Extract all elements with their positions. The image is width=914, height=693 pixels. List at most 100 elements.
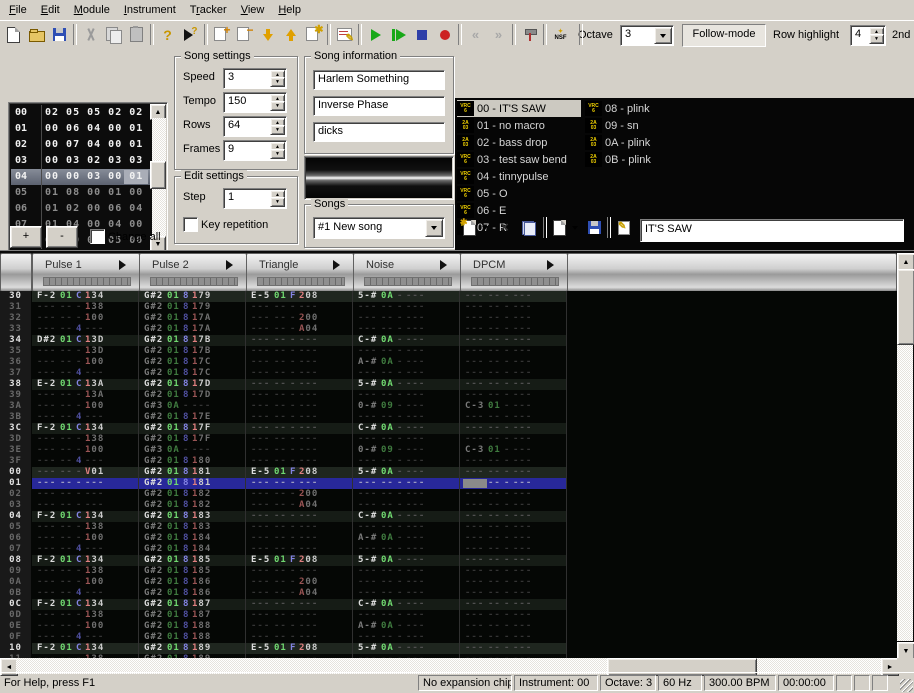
pattern-cell[interactable]: G#201817A xyxy=(139,324,246,335)
pattern-cell[interactable]: 5-#0A---- xyxy=(353,291,460,302)
pattern-cell[interactable]: G#2018187 xyxy=(139,610,246,621)
spin-down-icon[interactable]: ▼ xyxy=(270,101,285,112)
context-help-button[interactable]: ? xyxy=(179,23,202,46)
pattern-cell[interactable]: G#2018188 xyxy=(139,621,246,632)
pattern-cell[interactable]: F-201C134 xyxy=(32,643,139,654)
pattern-cell[interactable]: ------200 xyxy=(246,577,353,588)
pattern-cell[interactable]: ------100 xyxy=(32,357,139,368)
pattern-cell[interactable]: --------- xyxy=(460,346,567,357)
pattern-cell[interactable]: --------- xyxy=(460,621,567,632)
copy-button[interactable] xyxy=(102,23,125,46)
rows-spinner[interactable]: 64▲▼ xyxy=(223,116,287,137)
new-file-button[interactable] xyxy=(2,23,25,46)
pattern-cell[interactable]: G#2018182 xyxy=(139,489,246,500)
pattern-cell[interactable]: G#201817F xyxy=(139,423,246,434)
pattern-cell[interactable]: --------- xyxy=(246,357,353,368)
pattern-cell[interactable]: --------- xyxy=(460,610,567,621)
duplicate-frame-button[interactable]: ✱ xyxy=(302,23,325,46)
remove-instrument-button[interactable]: × xyxy=(493,216,516,239)
pattern-cell[interactable]: C-#0A---- xyxy=(353,599,460,610)
instrument-editor-button[interactable]: ✎ xyxy=(333,23,356,46)
pattern-cell[interactable]: G#2018189 xyxy=(139,643,246,654)
pattern-cell[interactable]: --------- xyxy=(460,566,567,577)
pattern-cell[interactable]: E-501F208 xyxy=(246,467,353,478)
pattern-cell[interactable]: G#201817A xyxy=(139,313,246,324)
pattern-cell[interactable]: --------- xyxy=(460,379,567,390)
spin-down-icon[interactable]: ▼ xyxy=(869,34,884,45)
pattern-cell[interactable]: --------- xyxy=(246,335,353,346)
pattern-row-34[interactable]: 34D#201C13DG#201817B---------C-#0A------… xyxy=(0,335,897,346)
pattern-cell[interactable]: E-201C13A xyxy=(32,379,139,390)
pattern-cell[interactable]: --------- xyxy=(460,456,567,467)
pattern-cell[interactable]: G#2018186 xyxy=(139,577,246,588)
pattern-cell[interactable]: C-#0A---- xyxy=(353,511,460,522)
pattern-rows[interactable]: 30F-201C134G#2018179E-501F2085-#0A------… xyxy=(0,291,897,658)
pattern-row-33[interactable]: 33-----4---G#201817A------A04-----------… xyxy=(0,324,897,335)
pattern-cell[interactable]: ------13D xyxy=(32,346,139,357)
pattern-cell[interactable]: --------- xyxy=(353,566,460,577)
pattern-cell[interactable]: --------- xyxy=(460,324,567,335)
pattern-cell[interactable]: --------- xyxy=(460,599,567,610)
key-repetition-checkbox[interactable] xyxy=(183,217,198,232)
pattern-vscroll-thumb[interactable] xyxy=(897,269,914,345)
pattern-cell[interactable]: --------- xyxy=(460,489,567,500)
pattern-cell[interactable]: C-301---- xyxy=(460,401,567,412)
pattern-cell[interactable]: 5-#0A---- xyxy=(353,467,460,478)
instrument-item-08[interactable]: VRC608 - plink xyxy=(585,100,709,117)
pattern-cell[interactable]: --------- xyxy=(246,390,353,401)
pattern-row-09[interactable]: 09------138G#2018185--------------------… xyxy=(0,566,897,577)
pattern-cell[interactable]: E-501F208 xyxy=(246,555,353,566)
pattern-cell[interactable]: --------- xyxy=(246,379,353,390)
next-song-button[interactable]: » xyxy=(487,23,510,46)
pattern-cell[interactable]: -----4--- xyxy=(32,588,139,599)
new-instrument-button[interactable]: ✱ xyxy=(458,216,481,239)
pattern-editor[interactable]: Pulse 1Pulse 2TriangleNoiseDPCM 30F-201C… xyxy=(0,250,914,674)
pattern-cell[interactable]: --------- xyxy=(353,588,460,599)
frame-row-00[interactable]: 0002 05 05 02 02 xyxy=(11,105,151,121)
frame-add-button[interactable]: + xyxy=(10,226,42,248)
pattern-cell[interactable]: --------- xyxy=(246,632,353,643)
pattern-row-0C[interactable]: 0CF-201C134G#2018187---------C-#0A------… xyxy=(0,599,897,610)
pattern-row-3E[interactable]: 3E------100G#30A-------------0-#09----C-… xyxy=(0,445,897,456)
pattern-cell[interactable]: ------A04 xyxy=(246,500,353,511)
pattern-cell[interactable]: --------- xyxy=(460,313,567,324)
pattern-cell[interactable]: G#201817D xyxy=(139,390,246,401)
pattern-cell[interactable]: --------- xyxy=(246,544,353,555)
pattern-cell[interactable]: --------- xyxy=(246,599,353,610)
menu-item-edit[interactable]: Edit xyxy=(34,2,67,18)
load-instrument-button[interactable] xyxy=(548,216,571,239)
instrument-item-01[interactable]: 2A0301 - no macro xyxy=(457,117,581,134)
pattern-cell[interactable]: --------- xyxy=(353,324,460,335)
pattern-cell[interactable]: --------- xyxy=(32,478,139,489)
pattern-cell[interactable]: ------A04 xyxy=(246,588,353,599)
frame-row-03[interactable]: 0300 03 02 03 03 xyxy=(11,153,151,169)
pattern-cell[interactable]: -----4--- xyxy=(32,368,139,379)
menu-item-tracker[interactable]: Tracker xyxy=(183,2,234,18)
remove-frame-button[interactable]: − xyxy=(233,23,256,46)
channel-expand-icon[interactable] xyxy=(119,260,131,270)
instrument-item-0B[interactable]: 2A030B - plink xyxy=(585,151,709,168)
pattern-cell[interactable]: C-301---- xyxy=(460,445,567,456)
record-button[interactable] xyxy=(433,23,456,46)
instrument-item-02[interactable]: 2A0302 - bass drop xyxy=(457,134,581,151)
pattern-cell[interactable]: 0-#09---- xyxy=(353,401,460,412)
pattern-cell[interactable]: --------- xyxy=(460,544,567,555)
clone-instrument-button[interactable] xyxy=(516,216,539,239)
pattern-cell[interactable]: ------138 xyxy=(32,522,139,533)
pattern-cell[interactable]: --------- xyxy=(246,423,353,434)
pattern-cell[interactable]: 0-#09---- xyxy=(353,445,460,456)
row-highlight-spin-buttons[interactable]: ▲▼ xyxy=(869,27,884,44)
pattern-cell[interactable]: --------- xyxy=(460,390,567,401)
pattern-cell[interactable]: F-201C134 xyxy=(32,599,139,610)
pattern-cell[interactable]: G#2018188 xyxy=(139,632,246,643)
pattern-cell[interactable]: A-#0A---- xyxy=(353,533,460,544)
menu-item-view[interactable]: View xyxy=(234,2,272,18)
instrument-item-00[interactable]: VRC600 - IT'S SAW xyxy=(457,100,581,117)
frame-row-04[interactable]: 0400 00 03 00 01 xyxy=(11,169,151,185)
pattern-cell[interactable]: 5-#0A---- xyxy=(353,643,460,654)
pattern-row-01[interactable]: 01---------G#2018181--------------------… xyxy=(0,478,897,489)
octave-dropdown-button[interactable] xyxy=(654,27,672,44)
pattern-cell[interactable]: --------- xyxy=(246,434,353,445)
pattern-cell[interactable]: ------138 xyxy=(32,566,139,577)
pattern-cell[interactable]: --------- xyxy=(460,302,567,313)
